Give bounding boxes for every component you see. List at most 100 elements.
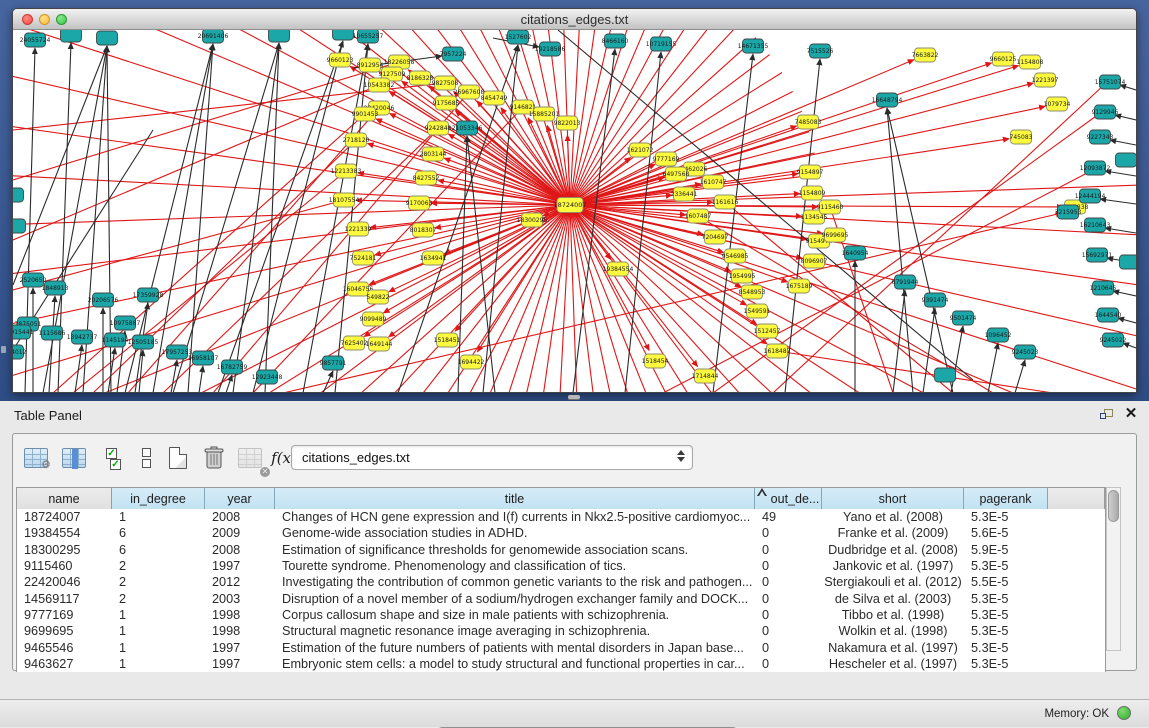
graph-node[interactable]: 7515526 [807,44,834,58]
graph-node[interactable]: 15692971 [1082,248,1113,262]
graph-node[interactable]: 1115686 [39,326,66,340]
graph-node[interactable]: 1848913 [42,281,69,295]
graph-node[interactable]: 1694422 [458,355,485,369]
graph-node[interactable]: 8186328 [407,71,434,85]
graph-node[interactable]: 9699695 [822,228,849,242]
graph-node[interactable]: 20691406 [198,30,229,43]
graph-node[interactable]: 3915441 [13,325,34,339]
graph-node[interactable]: 9501474 [950,311,977,325]
graph-node[interactable] [935,368,956,382]
graph-node[interactable]: 9099489 [360,312,387,326]
graph-node[interactable]: 1518451 [434,333,461,347]
graph-node[interactable]: 7663822 [912,48,939,62]
graph-node[interactable]: 1079734 [1044,97,1071,111]
graph-node[interactable]: 1621072 [627,143,654,157]
graph-node[interactable]: 9660125 [990,52,1017,66]
network-window[interactable]: citations_edges.txt 24055724206914061065… [12,8,1137,393]
table-selector-dropdown[interactable]: citations_edges.txt [291,445,693,470]
collapsed-panel-marker[interactable] [1,346,6,353]
graph-node[interactable]: 9857791 [320,356,347,370]
panel-divider-handle[interactable] [568,395,580,399]
citation-network-graph[interactable]: 2405572420691406106552571527602846616010… [13,30,1136,393]
graph-node[interactable]: 17359928 [133,288,164,302]
graph-node[interactable]: 13942737 [67,330,98,344]
graph-node[interactable]: 2336441 [671,187,698,201]
graph-node[interactable]: 1649144 [366,337,393,351]
close-panel-icon[interactable]: ✕ [1124,406,1138,422]
table-row[interactable]: 969969511998Structural magnetic resonanc… [17,623,1105,639]
graph-node[interactable]: 12093872 [1080,161,1111,175]
graph-node[interactable]: 7204697 [702,230,729,244]
show-columns-icon[interactable] [59,443,89,473]
graph-node[interactable]: 8454749 [481,91,508,105]
graph-node[interactable]: 1634941 [420,251,447,265]
graph-node[interactable]: 1161616 [712,195,739,209]
column-header-pagerank[interactable]: pagerank [964,488,1048,509]
graph-node[interactable]: 20206576 [88,293,119,307]
graph-node[interactable]: 9822013 [554,116,581,130]
graph-node[interactable]: 1154809 [799,186,826,200]
graph-node[interactable]: 2718120 [343,133,370,147]
graph-node[interactable]: 9227343 [1087,130,1114,144]
graph-node[interactable]: 9546985 [722,249,749,263]
graph-node[interactable]: 8096907 [801,254,828,268]
table-row[interactable]: 1830029562008Estimation of significance … [17,542,1105,558]
graph-node[interactable] [97,31,118,45]
graph-node[interactable] [13,219,26,233]
graph-node[interactable]: 6791944 [892,275,919,289]
graph-node[interactable]: 9901453 [352,107,379,121]
graph-node[interactable]: 15885201 [529,107,560,121]
graph-node[interactable]: 1527602 [505,30,532,44]
graph-node[interactable]: 7485083 [795,115,822,129]
graph-node[interactable]: 12505185 [128,335,159,349]
table-row[interactable]: 946362711997Embryonic stem cells: a mode… [17,656,1105,672]
graph-node[interactable]: 9129946 [1092,105,1119,119]
graph-node[interactable]: 1210645 [1090,281,1117,295]
column-header-name[interactable]: name [17,488,112,509]
graph-node[interactable]: 12444194 [1075,189,1106,203]
graph-node[interactable]: 1610747 [700,175,727,189]
graph-node[interactable]: 7957224 [440,47,467,61]
graph-node[interactable]: 16958107 [188,351,219,365]
graph-node[interactable]: 9115460 [817,200,844,214]
graph-node[interactable]: 7625402 [341,336,368,350]
graph-node[interactable] [333,30,354,40]
graph-node[interactable]: 7524181 [350,251,377,265]
graph-node[interactable]: 16210643 [1080,218,1111,232]
graph-node[interactable]: 3215953 [1055,205,1082,219]
create-table-icon[interactable] [163,443,193,473]
graph-node[interactable]: 1154808 [1017,55,1044,69]
delete-table-icon[interactable]: ✕ [235,443,265,473]
graph-node[interactable]: 10655257 [353,30,384,43]
graph-node[interactable]: 9245022 [1100,333,1127,347]
graph-node[interactable]: 1714844 [692,369,719,383]
graph-node[interactable]: 6497568 [663,167,690,181]
table-mode-icon[interactable]: ⚙ [21,443,51,473]
graph-node[interactable]: 1512457 [754,324,781,338]
window-titlebar[interactable]: citations_edges.txt [13,9,1136,30]
graph-node[interactable]: 8466160 [602,34,629,48]
graph-node[interactable]: 1618487 [764,344,791,358]
graph-node[interactable]: 2803144 [420,147,447,161]
column-header-year[interactable]: year [205,488,275,509]
network-view-canvas[interactable]: 2405572420691406106552571527602846616010… [13,30,1136,393]
row-height-icon[interactable] [131,443,161,473]
table-row[interactable]: 1456911722003Disruption of a novel membe… [17,590,1105,606]
graph-node[interactable]: 9660123 [327,53,354,67]
graph-node[interactable]: 1145194 [102,333,129,347]
delete-columns-icon[interactable] [199,443,229,473]
table-vertical-scrollbar[interactable] [1106,487,1121,651]
graph-node[interactable]: 9242848 [425,121,452,135]
graph-node[interactable]: 9391474 [922,293,949,307]
graph-node[interactable] [1116,153,1137,167]
graph-node[interactable]: 8912954 [357,58,384,72]
graph-node[interactable]: 19384554 [603,262,634,276]
graph-node[interactable]: 1644540 [1095,308,1122,322]
graph-node[interactable]: 1096452 [985,328,1012,342]
graph-node[interactable]: 19218586 [535,42,566,56]
graph-node[interactable]: 1549591 [744,304,771,318]
select-columns-icon[interactable]: ✓✓ [97,443,127,473]
table-row[interactable]: 2242004622012Investigating the contribut… [17,574,1105,590]
graph-node[interactable]: 18724007 [553,198,586,213]
float-panel-icon[interactable] [1100,409,1115,422]
